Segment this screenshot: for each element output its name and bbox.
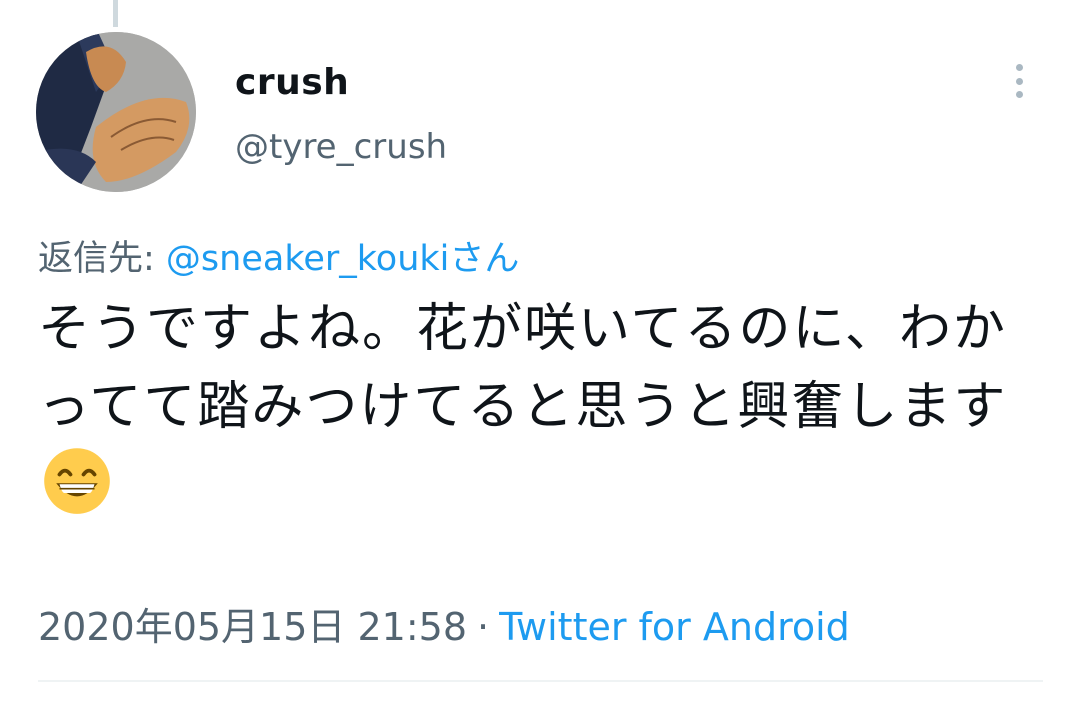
divider: [38, 680, 1043, 682]
menu-dot: [1015, 91, 1023, 98]
meta-separator: ·: [477, 605, 490, 649]
menu-dot: [1015, 77, 1023, 85]
tweet-meta: 2020年05月15日 21:58 · Twitter for Android: [38, 596, 850, 651]
avatar[interactable]: [36, 32, 196, 192]
grinning-face-with-smiling-eyes-icon: [44, 448, 110, 514]
source-link[interactable]: Twitter for Android: [499, 605, 850, 649]
reply-mention-link[interactable]: @sneaker_kouki: [166, 239, 449, 279]
user-handle[interactable]: @tyre_crush: [235, 127, 447, 167]
avatar-photo-shoes-icon: [36, 32, 196, 192]
display-name[interactable]: crush: [235, 62, 349, 103]
reply-suffix[interactable]: さん: [449, 239, 519, 279]
tweet-body: そうですよね。花が咲いてるのに、わかってて踏みつけてると思うと興奮します: [38, 290, 1048, 526]
more-vertical-icon[interactable]: [1004, 60, 1034, 102]
timestamp[interactable]: 2020年05月15日 21:58: [38, 605, 467, 649]
reply-prefix: 返信先:: [38, 239, 166, 279]
menu-dot: [1015, 64, 1023, 71]
tweet-text: そうですよね。花が咲いてるのに、わかってて踏みつけてると思うと興奮します: [38, 299, 1008, 437]
reply-to-line: 返信先: @sneaker_koukiさん: [38, 230, 519, 281]
thread-connector-line: [113, 0, 118, 27]
